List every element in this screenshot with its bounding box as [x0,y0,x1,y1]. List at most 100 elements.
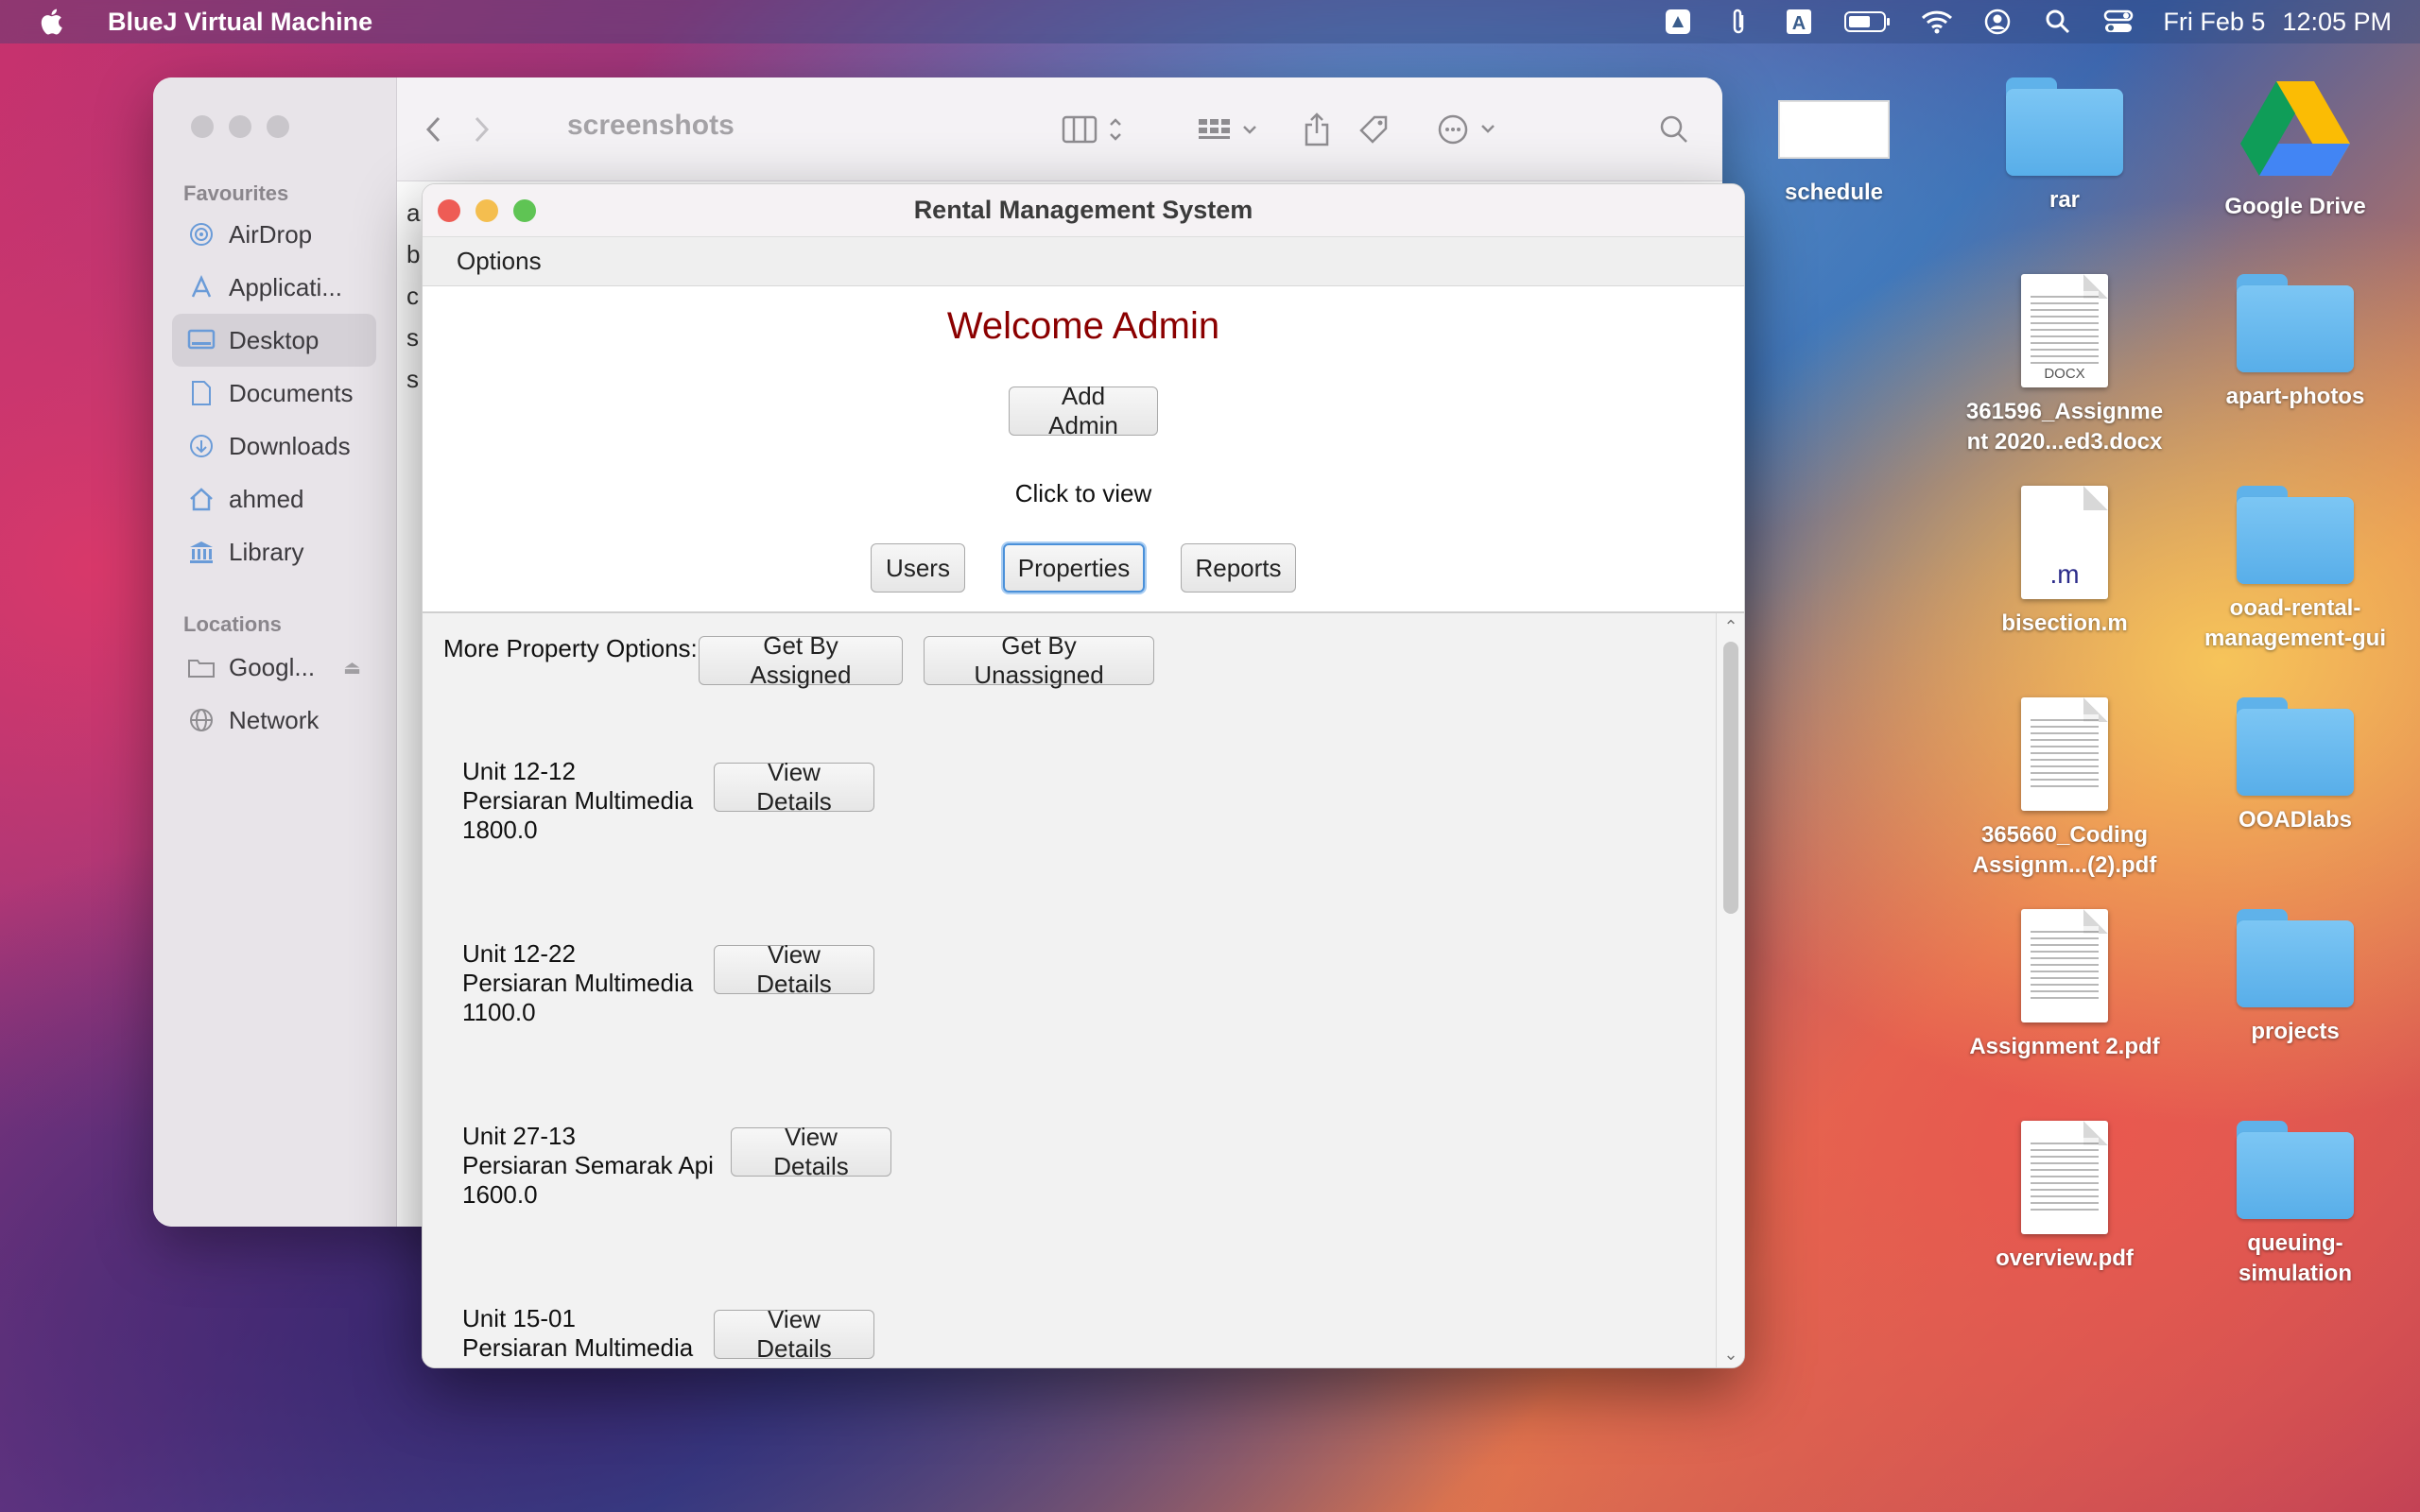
active-app-name[interactable]: BlueJ Virtual Machine [108,8,372,37]
file-name: a [406,198,421,227]
columns-view-icon [1062,115,1121,144]
sidebar-item-ahmed[interactable]: ahmed [172,472,376,525]
desktop-item[interactable]: queuing-simulation [2182,1121,2409,1289]
desktop-item-label: overview.pdf [1996,1246,2134,1271]
search-icon [1660,115,1687,143]
desktop-item[interactable]: DOCX 361596_Assignme nt 2020...ed3.docx [1951,274,2178,457]
view-details-button[interactable]: View Details [714,1305,874,1363]
paperclip-icon[interactable] [1722,7,1754,37]
menu-bar-clock[interactable]: Fri Feb 5 12:05 PM [2163,8,2392,37]
sidebar-item-label: Desktop [229,325,320,354]
view-mode-button[interactable] [1057,106,1142,153]
battery-icon[interactable] [1843,7,1893,37]
desktop-item[interactable]: Google Drive [2182,77,2409,222]
zoom-button[interactable] [267,115,289,138]
sidebar-item-airdrop[interactable]: AirDrop [172,208,376,261]
desktop-item[interactable]: schedule [1720,77,1947,208]
options-menu[interactable]: Options [457,247,542,276]
close-button[interactable] [191,115,214,138]
search-button[interactable] [1651,106,1698,153]
finder-window-controls [191,115,289,138]
file-name: s [406,365,419,393]
users-button[interactable]: Users [871,543,965,593]
google-drive-icon [2240,81,2350,176]
desktop-item-label: queuing- [2247,1230,2343,1256]
scroll-down-arrow-icon[interactable]: ⌄ [1717,1343,1744,1366]
sidebar-item-label: Documents [229,378,354,407]
view-details-button[interactable]: View Details [714,758,874,816]
vertical-scrollbar[interactable]: ⌃ ⌄ [1716,613,1744,1367]
get-by-unassigned-button[interactable]: Get By Unassigned [924,631,1154,689]
desktop-item[interactable]: overview.pdf [1951,1121,2178,1274]
file-row[interactable]: a [406,198,420,228]
file-name: b [406,240,421,268]
property-price: 1800.0 [462,816,538,844]
sidebar-item-applicati[interactable]: Applicati... [172,261,376,314]
wifi-icon[interactable] [1921,7,1953,37]
desktop-item[interactable]: .m bisection.m [1951,486,2178,639]
sidebar-item-network[interactable]: Network [172,694,376,747]
drive-icon [187,654,216,680]
reports-button[interactable]: Reports [1181,543,1296,593]
sidebar-item-library[interactable]: Library [172,525,376,578]
desktop-item[interactable]: apart-photos [2182,274,2409,412]
share-button[interactable] [1293,106,1340,153]
spotlight-search-icon[interactable] [2042,7,2074,37]
group-button[interactable] [1195,106,1270,153]
property-street: Persiaran Semarak Api [462,1151,714,1179]
add-admin-button[interactable]: Add Admin [1009,382,1158,439]
sidebar-item-label: Library [229,537,304,566]
desktop-item[interactable]: Assignment 2.pdf [1951,909,2178,1062]
ellipsis-circle-icon [1438,114,1495,145]
desktop-item[interactable]: ooad-rental-management-gui [2182,486,2409,654]
control-center-icon[interactable] [2102,7,2135,37]
welcome-heading: Welcome Admin [946,305,1220,347]
get-by-assigned-button[interactable]: Get By Assigned [699,631,903,689]
forward-button[interactable] [458,106,505,153]
downloads-icon [187,433,216,459]
more-actions-button[interactable] [1435,106,1511,153]
properties-button[interactable]: Properties [1003,543,1145,593]
desktop-item[interactable]: 365660_Coding Assignm...(2).pdf [1951,697,2178,881]
desktop-item[interactable]: projects [2182,909,2409,1047]
sidebar-item-label: Googl... [229,652,316,681]
eject-icon[interactable]: ⏏ [343,656,361,679]
property-unit: Unit 27-13 [462,1122,576,1150]
sidebar-item-documents[interactable]: Documents [172,367,376,420]
finder-sidebar: Favourites AirDrop Applicati... Desktop Doc… [153,77,397,1227]
file-row[interactable]: s [406,323,419,352]
sidebar-item-label: Applicati... [229,272,342,301]
home-icon [187,486,216,512]
clock-date: Fri Feb 5 [2163,7,2266,36]
user-account-icon[interactable] [1981,7,2014,37]
view-details-button[interactable]: View Details [731,1123,891,1180]
click-to-view-label: Click to view [1014,479,1152,507]
text-input-a-icon[interactable]: A [1783,7,1815,37]
sidebar-item-googl[interactable]: Googl... ⏏ [172,641,376,694]
file-name: c [406,282,419,310]
property-unit: Unit 12-22 [462,939,576,968]
desktop-item-label: 361596_Assignme [1965,399,2164,424]
back-button[interactable] [410,106,458,153]
svg-text:A: A [1792,13,1806,34]
sidebar-item-desktop[interactable]: Desktop [172,314,376,367]
desktop-item-label: projects [2251,1019,2340,1044]
tags-button[interactable] [1350,106,1397,153]
scrollbar-thumb[interactable] [1723,642,1738,914]
sidebar-item-downloads[interactable]: Downloads [172,420,376,472]
folder-icon [2237,697,2354,796]
desktop-item[interactable]: rar [1951,77,2178,215]
network-icon [187,707,216,733]
view-details-button[interactable]: View Details [714,940,874,998]
scroll-up-arrow-icon[interactable]: ⌃ [1717,615,1744,638]
file-row[interactable]: s [406,365,419,394]
clock-time: 12:05 PM [2282,7,2392,36]
minimize-button[interactable] [229,115,251,138]
more-property-options-label: More Property Options: [443,634,698,662]
file-row[interactable]: b [406,240,420,269]
image-thumbnail-icon [1778,100,1890,159]
apple-logo-icon[interactable] [38,7,68,37]
desktop-item[interactable]: OOADlabs [2182,697,2409,835]
file-row[interactable]: c [406,282,419,311]
google-drive-status-icon[interactable] [1662,7,1694,37]
